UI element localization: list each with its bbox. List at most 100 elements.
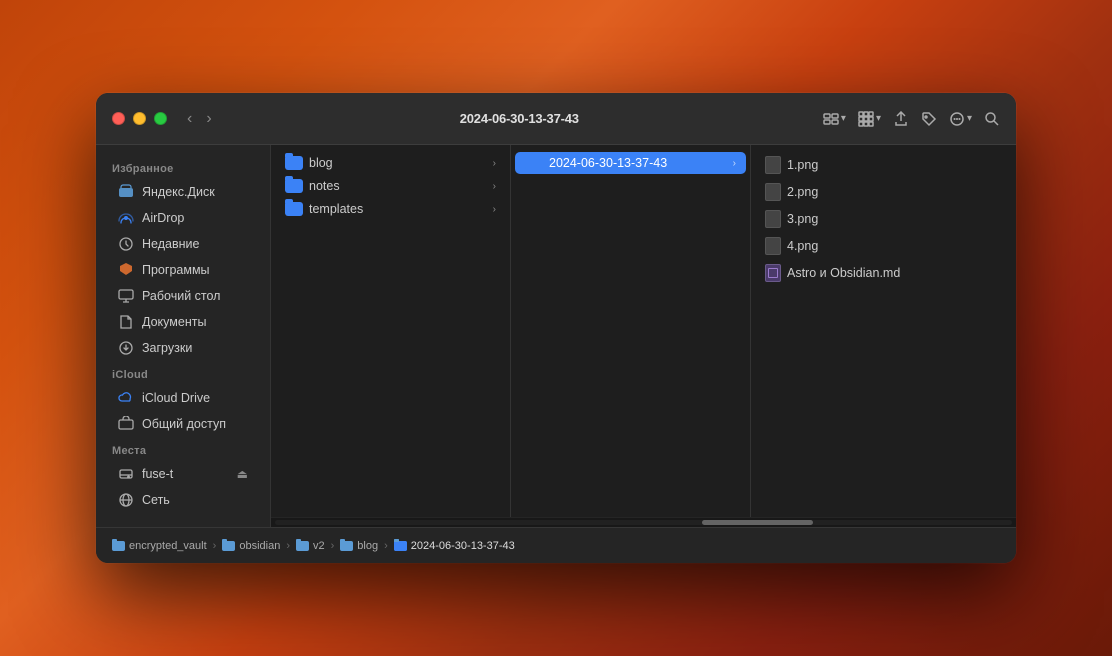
folder-date[interactable]: 2024-06-30-13-37-43 › bbox=[515, 152, 746, 174]
share-icon[interactable] bbox=[893, 111, 909, 127]
column-1: blog › notes › templates › bbox=[271, 145, 511, 517]
file-3png-label: 3.png bbox=[787, 212, 818, 226]
breadcrumb-blog-label: blog bbox=[357, 540, 378, 552]
shared-icon bbox=[118, 416, 134, 432]
sidebar-item-recents[interactable]: Недавние bbox=[102, 232, 264, 256]
minimize-button[interactable] bbox=[133, 112, 146, 125]
arrow-icon: › bbox=[493, 158, 496, 169]
column-2: 2024-06-30-13-37-43 › bbox=[511, 145, 751, 517]
airdrop-icon bbox=[118, 210, 134, 226]
sidebar-label-programs: Программы bbox=[142, 263, 210, 277]
icloud-icon bbox=[118, 390, 134, 406]
folder-blog[interactable]: blog › bbox=[275, 152, 506, 174]
breadcrumb-blog[interactable]: blog bbox=[340, 540, 378, 552]
grid-icon[interactable]: ▾ bbox=[858, 111, 881, 127]
folder-icon bbox=[285, 179, 303, 193]
programs-icon bbox=[118, 262, 134, 278]
window-title: 2024-06-30-13-37-43 bbox=[460, 111, 579, 126]
desktop-icon bbox=[118, 288, 134, 304]
sidebar-item-downloads[interactable]: Загрузки bbox=[102, 336, 264, 360]
breadcrumb-folder-icon bbox=[222, 541, 235, 551]
documents-icon bbox=[118, 314, 134, 330]
breadcrumb-v2-label: v2 bbox=[313, 540, 325, 552]
md-icon bbox=[765, 264, 781, 282]
title-bar-center: 2024-06-30-13-37-43 bbox=[216, 111, 823, 126]
close-button[interactable] bbox=[112, 112, 125, 125]
sidebar-label-recents: Недавние bbox=[142, 237, 199, 251]
breadcrumb-folder-icon bbox=[340, 541, 353, 551]
breadcrumb-sep-1: › bbox=[213, 540, 217, 552]
sidebar-label-shared: Общий доступ bbox=[142, 417, 226, 431]
columns-scroll-area: blog › notes › templates › bbox=[271, 145, 1016, 527]
folder-icon bbox=[525, 156, 543, 170]
folder-icon bbox=[285, 202, 303, 216]
yandex-disk-icon bbox=[118, 184, 134, 200]
folder-date-label: 2024-06-30-13-37-43 bbox=[549, 156, 667, 170]
sidebar-label-documents: Документы bbox=[142, 315, 206, 329]
file-4png[interactable]: 4.png bbox=[755, 233, 1012, 259]
sidebar-label-fuset: fuse-t bbox=[142, 467, 173, 481]
more-icon[interactable]: ▾ bbox=[949, 111, 972, 127]
png-icon bbox=[765, 156, 781, 174]
arrow-icon: › bbox=[733, 158, 736, 169]
breadcrumb-encrypted-vault-label: encrypted_vault bbox=[129, 540, 207, 552]
sidebar-label-icloud: iCloud Drive bbox=[142, 391, 210, 405]
breadcrumb-encrypted-vault[interactable]: encrypted_vault bbox=[112, 540, 207, 552]
file-3png[interactable]: 3.png bbox=[755, 206, 1012, 232]
sidebar-item-yandex[interactable]: Яндекс.Диск bbox=[102, 180, 264, 204]
sidebar-label-desktop: Рабочий стол bbox=[142, 289, 220, 303]
finder-window: ‹ › 2024-06-30-13-37-43 ▾ bbox=[96, 93, 1016, 563]
sidebar-label-downloads: Загрузки bbox=[142, 341, 192, 355]
folder-templates[interactable]: templates › bbox=[275, 198, 506, 220]
file-astro-md[interactable]: Astro и Obsidian.md bbox=[755, 260, 1012, 286]
breadcrumb-obsidian-label: obsidian bbox=[239, 540, 280, 552]
folder-templates-label: templates bbox=[309, 202, 363, 216]
sidebar-item-programs[interactable]: Программы bbox=[102, 258, 264, 282]
file-2png[interactable]: 2.png bbox=[755, 179, 1012, 205]
scroll-bar[interactable] bbox=[271, 517, 1016, 527]
breadcrumb-folder-icon bbox=[112, 541, 125, 551]
sidebar-item-airdrop[interactable]: AirDrop bbox=[102, 206, 264, 230]
places-label: Места bbox=[96, 437, 270, 461]
breadcrumb-obsidian[interactable]: obsidian bbox=[222, 540, 280, 552]
scroll-thumb[interactable] bbox=[702, 520, 813, 525]
png-icon bbox=[765, 237, 781, 255]
folder-notes-label: notes bbox=[309, 179, 340, 193]
breadcrumb-folder-icon bbox=[394, 541, 407, 551]
folder-blog-label: blog bbox=[309, 156, 333, 170]
file-4png-label: 4.png bbox=[787, 239, 818, 253]
columns-container: blog › notes › templates › bbox=[271, 145, 1016, 517]
eject-icon[interactable]: ⏏ bbox=[237, 467, 248, 481]
finder-content: Избранное Яндекс.Диск bbox=[96, 145, 1016, 527]
breadcrumb-date-label: 2024-06-30-13-37-43 bbox=[411, 540, 515, 552]
view-toggle-icon[interactable]: ▾ bbox=[823, 111, 846, 127]
sidebar-item-desktop[interactable]: Рабочий стол bbox=[102, 284, 264, 308]
breadcrumb-v2[interactable]: v2 bbox=[296, 540, 325, 552]
sidebar-item-shared[interactable]: Общий доступ bbox=[102, 412, 264, 436]
column-3: 1.png 2.png 3.png 4.png bbox=[751, 145, 1016, 517]
png-icon bbox=[765, 183, 781, 201]
forward-button[interactable]: › bbox=[202, 109, 215, 129]
back-button[interactable]: ‹ bbox=[183, 109, 196, 129]
folder-notes[interactable]: notes › bbox=[275, 175, 506, 197]
file-astro-label: Astro и Obsidian.md bbox=[787, 266, 900, 280]
tag-icon[interactable] bbox=[921, 111, 937, 127]
breadcrumb-date[interactable]: 2024-06-30-13-37-43 bbox=[394, 540, 515, 552]
search-icon[interactable] bbox=[984, 111, 1000, 127]
downloads-icon bbox=[118, 340, 134, 356]
sidebar-item-network[interactable]: Сеть bbox=[102, 488, 264, 512]
file-1png[interactable]: 1.png bbox=[755, 152, 1012, 178]
breadcrumb-sep-3: › bbox=[331, 540, 335, 552]
sidebar-item-fuset[interactable]: fuse-t ⏏ bbox=[102, 462, 264, 486]
sidebar-item-icloud[interactable]: iCloud Drive bbox=[102, 386, 264, 410]
maximize-button[interactable] bbox=[154, 112, 167, 125]
title-bar: ‹ › 2024-06-30-13-37-43 ▾ bbox=[96, 93, 1016, 145]
drive-icon bbox=[118, 466, 134, 482]
breadcrumb-sep-2: › bbox=[286, 540, 290, 552]
file-1png-label: 1.png bbox=[787, 158, 818, 172]
toolbar-right: ▾ ▾ bbox=[823, 111, 1000, 127]
sidebar-label-yandex: Яндекс.Диск bbox=[142, 185, 215, 199]
sidebar: Избранное Яндекс.Диск bbox=[96, 145, 271, 527]
sidebar-label-airdrop: AirDrop bbox=[142, 211, 184, 225]
sidebar-item-documents[interactable]: Документы bbox=[102, 310, 264, 334]
